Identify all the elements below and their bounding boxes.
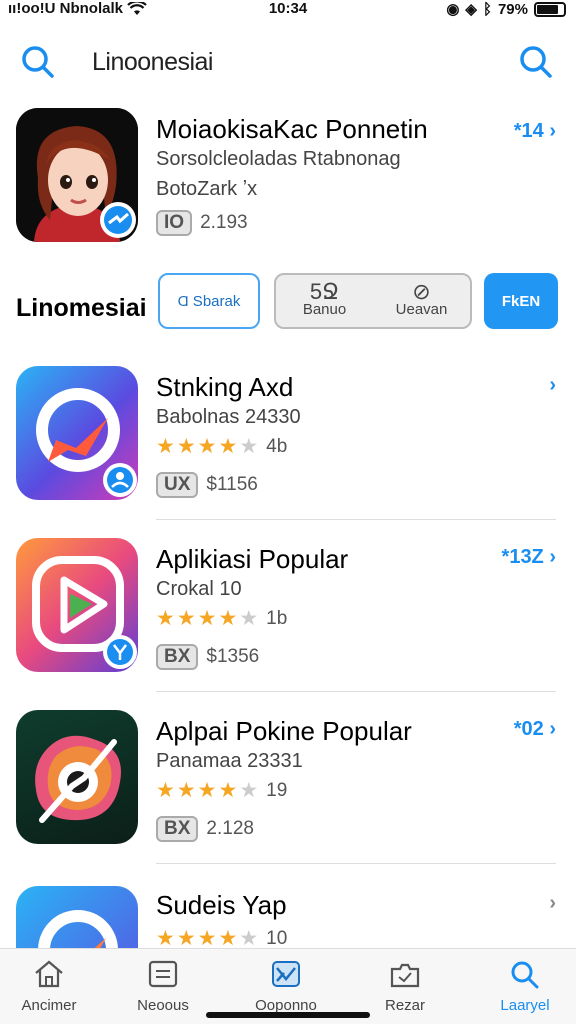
app-icon-partial[interactable] bbox=[16, 886, 138, 948]
messenger-icon bbox=[38, 910, 118, 948]
home-indicator[interactable] bbox=[206, 1012, 370, 1018]
app-icon-video[interactable] bbox=[16, 538, 138, 672]
chip-search-label: Ɑ Ѕbarak bbox=[177, 292, 241, 310]
app-meta: BX 2.128 bbox=[156, 816, 254, 842]
tab-label: Ancimer bbox=[21, 997, 77, 1014]
star-rating: ★ ★ ★ ★ ★ bbox=[156, 607, 259, 630]
tab-updates[interactable]: Rezar bbox=[360, 959, 450, 1014]
divider bbox=[156, 519, 556, 520]
status-right: ◉ ◈ ᛒ 79% bbox=[446, 0, 566, 18]
divider bbox=[156, 691, 556, 692]
app-rating: ★ ★ ★ ★ ★ 4b bbox=[156, 434, 287, 459]
category-section: Linomesiai Ɑ Ѕbarak 5Ջ Banuo ⊘ Ueavan Fk… bbox=[0, 270, 576, 332]
tab-news[interactable]: Neoous bbox=[118, 959, 208, 1014]
compass-icon: ⊘ bbox=[412, 279, 431, 304]
app-subtitle: Crokal 10 bbox=[156, 578, 242, 600]
featured-app-subtitle: Sorsolcleoladas Rtabnonag bbox=[156, 148, 401, 170]
age-tag: IO bbox=[156, 210, 193, 236]
tab-search[interactable]: Laaryel bbox=[480, 959, 570, 1014]
status-bar: ıı!oo!U Nbnolalk 10:34 ◉ ◈ ᛒ 79% bbox=[0, 0, 576, 20]
featured-meta-value: 2.193 bbox=[200, 212, 248, 233]
divider bbox=[156, 863, 556, 864]
chip-filters[interactable]: 5Ջ Banuo ⊘ Ueavan bbox=[274, 273, 472, 329]
play-icon bbox=[32, 556, 137, 669]
app-price-button[interactable]: *02 › bbox=[514, 718, 556, 741]
news-icon bbox=[148, 960, 178, 988]
app-rating: ★ ★ ★ ★ ★ 10 bbox=[156, 926, 287, 948]
rating-count: 10 bbox=[266, 927, 288, 949]
chip-filter-left-top: 5Ջ bbox=[309, 279, 340, 304]
featured-app-developer: BotoZark ʼx bbox=[156, 178, 258, 200]
app-chevron[interactable]: › bbox=[549, 892, 556, 915]
list-item[interactable]: Aplpai Pokine Popular Panamaa 23331 ★ ★ ★ ★… bbox=[0, 710, 576, 860]
tray-icon bbox=[390, 963, 420, 988]
chip-search[interactable]: Ɑ Ѕbarak bbox=[158, 273, 260, 329]
home-icon bbox=[35, 960, 63, 988]
app-title[interactable]: Stnkinɡ Axd bbox=[156, 372, 293, 403]
app-price-button[interactable]: *13Z › bbox=[502, 546, 556, 569]
list-item[interactable]: Stnkinɡ Axd Babolnas 24330 ★ ★ ★ ★ ★ 4b UX $… bbox=[0, 366, 576, 516]
search-icon[interactable] bbox=[518, 44, 554, 80]
tab-label: Neoous bbox=[137, 997, 189, 1014]
app-icon-compass[interactable] bbox=[16, 710, 138, 844]
rating-count: 1b bbox=[266, 607, 288, 629]
app-price-text: $1156 bbox=[206, 474, 258, 495]
search-input[interactable]: Linoonesiai bbox=[92, 48, 214, 77]
featured-app-icon[interactable] bbox=[16, 108, 138, 242]
chip-primary-label: FkEN bbox=[501, 292, 541, 310]
chip-primary[interactable]: FkEN bbox=[484, 273, 558, 329]
chip-filter-right[interactable]: ⊘ Ueavan bbox=[373, 279, 470, 319]
app-rating: ★ ★ ★ ★ ★ 1b bbox=[156, 606, 287, 631]
featured-app-meta: IO 2.193 bbox=[156, 210, 248, 236]
star-rating: ★ ★ ★ ★ ★ bbox=[156, 927, 259, 948]
rating-count: 19 bbox=[266, 779, 288, 801]
tab-label: Rezar bbox=[384, 997, 425, 1014]
location-icon: ◈ bbox=[465, 1, 477, 18]
category-tag: BX bbox=[156, 816, 199, 842]
app-subtitle: Panamaa 23331 bbox=[156, 750, 303, 772]
app-title[interactable]: Aplikiasi Popular bbox=[156, 544, 348, 575]
app-meta: BX $1356 bbox=[156, 644, 259, 670]
rating-count: 4b bbox=[266, 435, 288, 457]
section-title: Linomesiai bbox=[16, 294, 147, 322]
star-rating: ★ ★ ★ ★ ★ bbox=[156, 779, 259, 802]
search-header: Linoonesiai bbox=[0, 38, 576, 86]
app-rating: ★ ★ ★ ★ ★ 19 bbox=[156, 778, 287, 803]
app-price-text: 2.128 bbox=[206, 818, 254, 839]
battery-percent: 79% bbox=[497, 0, 528, 18]
featured-app-title[interactable]: MoiaokisaKac Ponnetin bbox=[156, 114, 428, 145]
chip-filter-left-bottom: Banuo bbox=[302, 301, 347, 318]
app-chevron[interactable]: › bbox=[549, 374, 556, 397]
battery-icon bbox=[534, 1, 566, 17]
featured-app[interactable]: MoiaokisaKac Ponnetin Sorsolcleoladas Rt… bbox=[0, 108, 576, 248]
chip-filter-right-bottom: Ueavan bbox=[395, 301, 448, 318]
search-icon bbox=[511, 961, 539, 989]
apps-icon bbox=[272, 961, 300, 987]
tab-home[interactable]: Ancimer bbox=[4, 959, 94, 1014]
list-item[interactable]: Aplikiasi Popular Crokal 10 ★ ★ ★ ★ ★ 1b BX … bbox=[0, 538, 576, 688]
app-meta: UX $1156 bbox=[156, 472, 258, 498]
tab-label: Laaryel bbox=[500, 997, 550, 1014]
app-title[interactable]: Sudeis Yap bbox=[156, 890, 287, 921]
app-icon-messenger[interactable] bbox=[16, 366, 138, 500]
app-price-text: $1356 bbox=[206, 646, 260, 667]
list-item[interactable]: Sudeis Yap ★ ★ ★ ★ ★ 10 › bbox=[0, 880, 576, 948]
messenger-icon bbox=[36, 388, 137, 497]
category-tag: UX bbox=[156, 472, 199, 498]
compass-icon bbox=[35, 735, 121, 823]
bluetooth-icon: ᛒ bbox=[482, 0, 492, 18]
search-icon[interactable] bbox=[20, 44, 56, 80]
category-tag: BX bbox=[156, 644, 199, 670]
app-title[interactable]: Aplpai Pokine Popular bbox=[156, 716, 412, 747]
alarm-icon: ◉ bbox=[446, 1, 460, 18]
chip-filter-left[interactable]: 5Ջ Banuo bbox=[276, 279, 373, 319]
tab-apps[interactable]: Ooponno bbox=[241, 959, 331, 1014]
app-subtitle: Babolnas 24330 bbox=[156, 406, 301, 428]
star-rating: ★ ★ ★ ★ ★ bbox=[156, 435, 259, 458]
featured-price-button[interactable]: *14 › bbox=[514, 120, 556, 143]
avatar-icon bbox=[16, 108, 138, 242]
